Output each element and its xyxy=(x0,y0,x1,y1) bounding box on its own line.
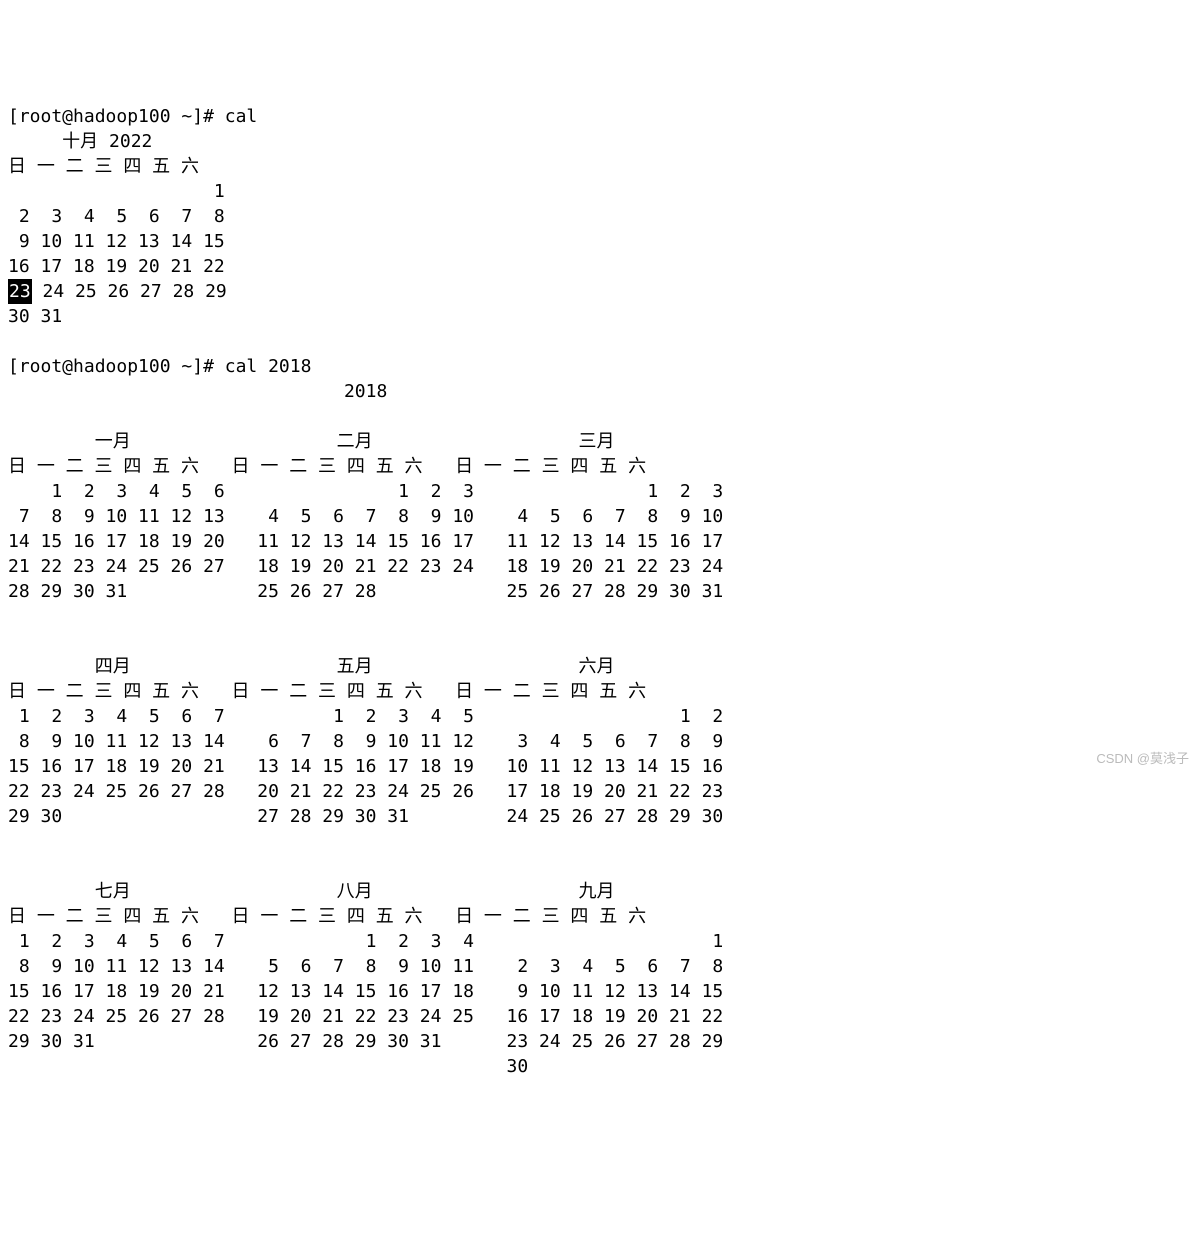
cal-year-2018: 2018 一月 二月 三月 日 一 二 三 四 五 六 日 一 二 三 四 五 … xyxy=(8,381,723,1077)
cal-october-2022: 十月 2022 日 一 二 三 四 五 六 1 2 3 4 5 6 7 8 9 … xyxy=(8,131,227,327)
prompt-line-1[interactable]: [root@hadoop100 ~]# cal xyxy=(8,106,257,127)
terminal-output: [root@hadoop100 ~]# cal 十月 2022 日 一 二 三 … xyxy=(8,79,1191,1104)
prompt-1: [root@hadoop100 ~]# xyxy=(8,106,225,127)
watermark: CSDN @莫浅子 xyxy=(1096,746,1189,771)
prompt-line-2[interactable]: [root@hadoop100 ~]# cal 2018 xyxy=(8,356,311,377)
prompt-2: [root@hadoop100 ~]# xyxy=(8,356,225,377)
command-1: cal xyxy=(225,106,258,127)
today-highlight: 23 xyxy=(8,279,32,304)
command-2: cal 2018 xyxy=(225,356,312,377)
